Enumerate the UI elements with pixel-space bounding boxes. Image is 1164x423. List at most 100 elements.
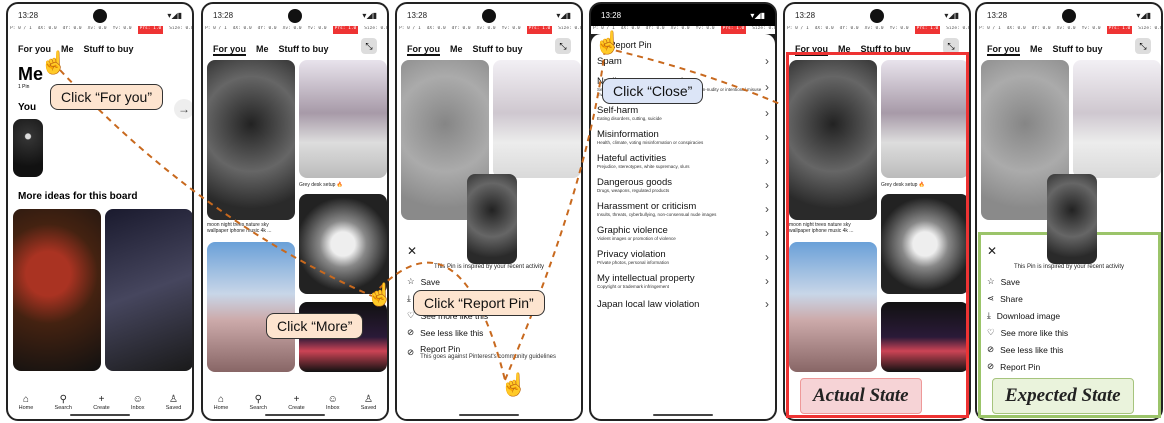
battery-icon: ▾◢▮: [362, 10, 377, 20]
actual-state-frame: [786, 52, 969, 418]
pin-galaxy[interactable]: [105, 209, 192, 371]
report-reason-item[interactable]: Self-harm Eating disorders, cutting, suic…: [597, 105, 769, 121]
download-icon: ⤓: [407, 293, 411, 303]
camera-notch: [93, 9, 107, 23]
report-reason-item[interactable]: My intellectual property Copyright or tra…: [597, 273, 769, 289]
nav-home[interactable]: ⌂ Home: [19, 394, 34, 411]
reason-title: Harassment or criticism: [597, 201, 697, 212]
callout-more: Click “More”: [266, 313, 364, 339]
debug-bar: P: 0 / 1 dX: 0.0 dY: 0.0 Xv: 0.0 Yv: 0.0 Prs:…: [785, 26, 969, 34]
pin-desk: [1073, 60, 1161, 178]
reason-title: Self-harm: [597, 105, 639, 116]
tab-me[interactable]: Me: [450, 44, 463, 56]
tap-hand-icon: ☝: [40, 50, 68, 75]
chevron-right-icon: ›: [765, 79, 769, 94]
nav-search[interactable]: ⚲ Search: [250, 394, 267, 411]
nav-inbox[interactable]: ☺ Inbox: [131, 394, 144, 411]
battery-icon: ▾◢▮: [1136, 10, 1151, 20]
phone-screen-2: 13:28 ▾◢▮ P: 0 / 1 dX: 0.0 dY: 0.0 Xv: 0.0 Yv…: [201, 2, 389, 421]
tab-me[interactable]: Me: [256, 44, 269, 56]
pin-desk[interactable]: [299, 60, 387, 178]
selected-pin-preview: [467, 174, 517, 264]
tab-for-you[interactable]: For you: [407, 44, 440, 56]
forward-arrow-icon[interactable]: →: [174, 99, 192, 119]
phone-screen-1: 13:28 ▾◢▮ P: 0 / 1 dX: 0.0 dY: 0.0 Xv: 0.0 Yv…: [6, 2, 194, 421]
pin-caption: moon night trees nature sky wallpaper ip…: [207, 222, 272, 234]
callout-report: Click “Report Pin”: [413, 290, 545, 316]
report-reason-item[interactable]: Hateful activities Prejudice, stereotypes…: [597, 153, 769, 169]
report-reason-item[interactable]: Privacy violation Private photos, persona…: [597, 249, 769, 265]
chevron-right-icon: ›: [765, 154, 769, 168]
tab-stuff-to-buy[interactable]: Stuff to buy: [473, 44, 523, 56]
pin-thumbnail[interactable]: [13, 119, 43, 177]
home-icon: ⌂: [22, 394, 29, 405]
home-indicator: [653, 414, 713, 416]
filter-icon[interactable]: ⤡: [361, 38, 377, 54]
report-reason-item[interactable]: Dangerous goods Drugs, weapons, regulated…: [597, 177, 769, 193]
chevron-right-icon: ›: [765, 130, 769, 144]
pin-flower[interactable]: [299, 194, 387, 294]
reason-title: Hateful activities: [597, 153, 667, 164]
nav-search[interactable]: ⚲ Search: [55, 394, 72, 411]
tab-for-you[interactable]: For you: [213, 44, 246, 56]
reason-description: Prejudice, stereotypes, white supremacy,…: [597, 164, 690, 169]
pin-icon: ☆: [407, 276, 415, 286]
tab-stuff-to-buy[interactable]: Stuff to buy: [1053, 44, 1103, 56]
battery-icon: ▾◢▮: [944, 10, 959, 20]
nav-inbox[interactable]: ☺ Inbox: [326, 394, 339, 411]
pin-count: 1 Pin: [18, 84, 30, 90]
nav-create[interactable]: + Create: [93, 394, 110, 411]
chevron-right-icon: ›: [765, 202, 769, 216]
expected-state-label: Expected State: [992, 378, 1134, 414]
actual-state-label: Actual State: [800, 378, 922, 414]
search-icon: ⚲: [59, 394, 67, 405]
home-icon: ⌂: [217, 394, 224, 405]
battery-icon: ▾◢▮: [750, 10, 765, 20]
nav-create[interactable]: + Create: [288, 394, 305, 411]
pin-night-sky[interactable]: [207, 60, 295, 220]
reason-title: Spam: [597, 55, 622, 67]
chat-icon: ☺: [132, 394, 143, 405]
nav-saved[interactable]: ♙ Saved: [361, 394, 377, 411]
pin-desk: [493, 60, 581, 178]
nav-home[interactable]: ⌂ Home: [214, 394, 229, 411]
camera-notch: [870, 9, 884, 23]
section-heading: You: [18, 102, 37, 113]
filter-icon[interactable]: ⤡: [1135, 38, 1151, 54]
report-reason-item[interactable]: Spam ›: [597, 54, 769, 68]
tab-stuff-to-buy[interactable]: Stuff to buy: [84, 44, 134, 54]
reason-description: Insults, threats, cyberbullying, non-con…: [597, 212, 717, 217]
menu-report-pin[interactable]: ⊘ Report Pin This goes against Pinterest's…: [407, 344, 571, 360]
chevron-right-icon: ›: [765, 250, 769, 264]
more-ideas-heading: More ideas for this board: [18, 191, 138, 202]
tap-hand-icon: ☝: [500, 372, 528, 397]
reason-description: Drugs, weapons, regulated products: [597, 188, 670, 193]
eye-off-icon: ⊘: [407, 327, 415, 337]
status-time: 13:28: [795, 10, 816, 20]
debug-bar: P: 0 / 1 dX: 0.0 dY: 0.0 Xv: 0.0 Yv: 0.0 Prs:…: [8, 26, 192, 34]
report-icon: ⊘: [407, 346, 415, 357]
bottom-nav: ⌂ Home ⚲ Search + Create ☺ Inbox ♙ Saved: [203, 385, 387, 411]
camera-notch: [288, 9, 302, 23]
chevron-right-icon: ›: [765, 274, 769, 288]
reason-title: Graphic violence: [597, 225, 668, 236]
tab-stuff-to-buy[interactable]: Stuff to buy: [279, 44, 329, 56]
menu-save[interactable]: ☆ Save: [407, 276, 571, 287]
pin-red-flower[interactable]: [13, 209, 101, 371]
report-reason-item[interactable]: Graphic violence Violent images or promot…: [597, 225, 769, 241]
nav-saved[interactable]: ♙ Saved: [166, 394, 182, 411]
status-time: 13:28: [601, 10, 622, 20]
pin-room[interactable]: [207, 242, 295, 372]
report-reason-item[interactable]: Misinformation Health, climate, voting mi…: [597, 129, 769, 145]
filter-icon[interactable]: ⤡: [555, 38, 571, 54]
report-reason-item[interactable]: Japan local law violation ›: [597, 297, 769, 311]
tab-me[interactable]: Me: [1030, 44, 1043, 56]
tab-for-you[interactable]: For you: [987, 44, 1020, 56]
callout-close: Click “Close”: [602, 78, 704, 104]
profile-icon: ♙: [364, 394, 373, 405]
chevron-right-icon: ›: [765, 106, 769, 120]
menu-see-less[interactable]: ⊘ See less like this: [407, 327, 571, 338]
debug-bar: P: 0 / 1 dX: 0.0 dY: 0.0 Xv: 0.0 Yv: 0.0 Prs:…: [203, 26, 387, 34]
home-indicator: [265, 414, 325, 416]
report-reason-item[interactable]: Harassment or criticism Insults, threats,…: [597, 201, 769, 217]
